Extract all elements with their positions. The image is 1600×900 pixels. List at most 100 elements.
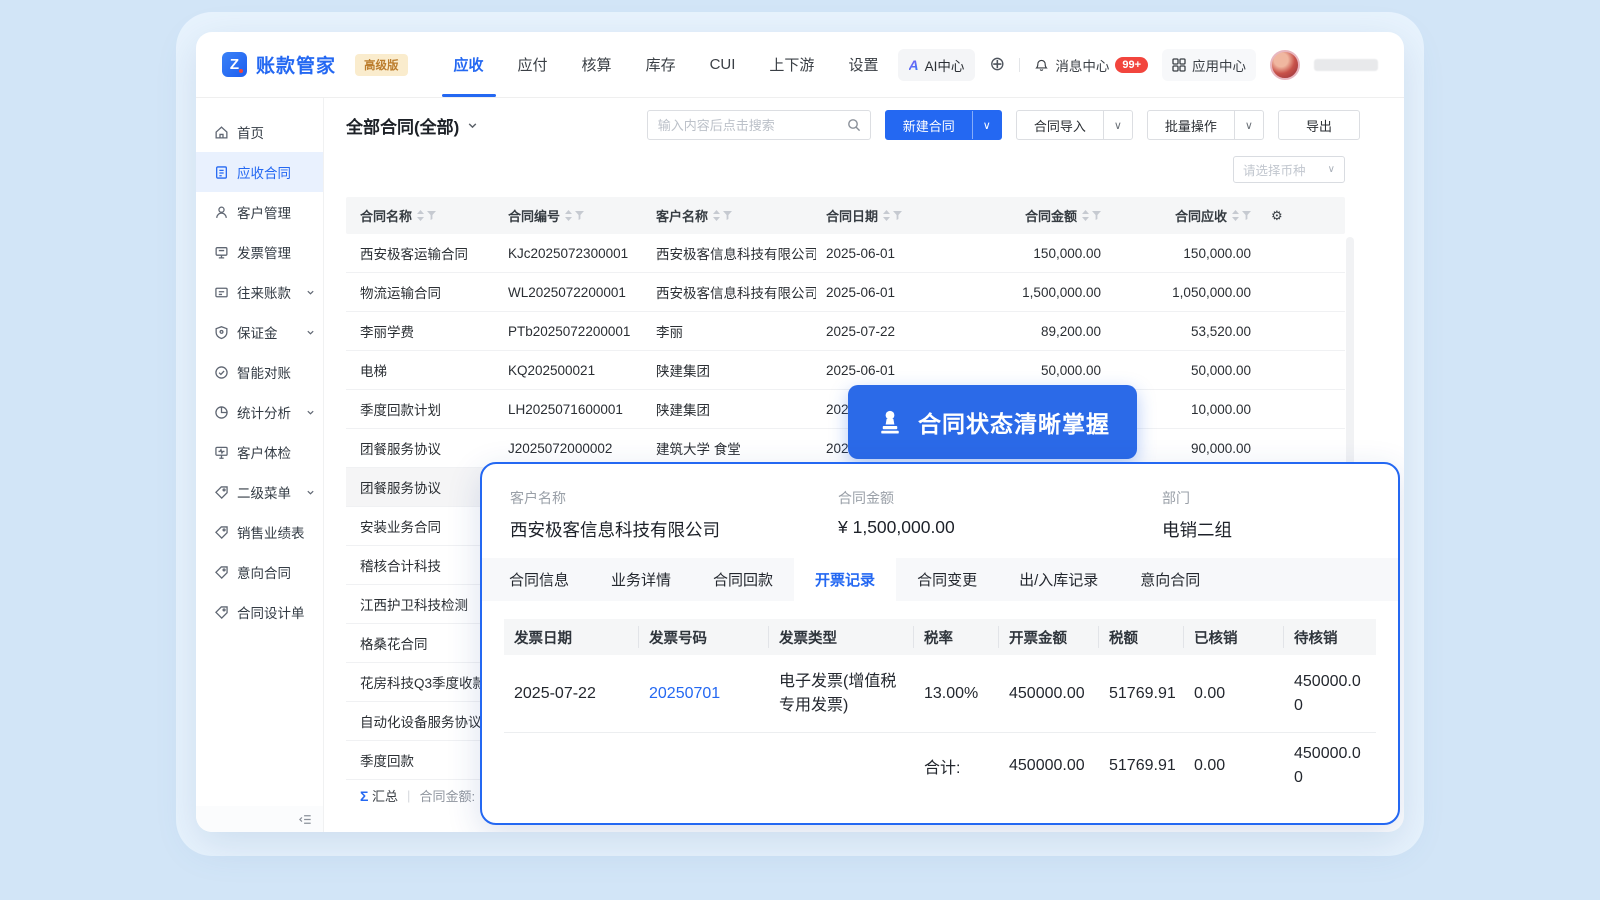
divider: | xyxy=(407,788,410,803)
contract-icon xyxy=(214,165,229,180)
sort-icon[interactable] xyxy=(565,210,572,221)
popup-tab[interactable]: 意向合同 xyxy=(1119,558,1221,601)
filter-icon[interactable] xyxy=(893,211,902,220)
invoice-icon xyxy=(214,245,229,260)
column-settings-gear-icon[interactable]: ⚙ xyxy=(1257,208,1345,224)
stamp-icon xyxy=(875,407,905,437)
import-dropdown[interactable]: ∨ xyxy=(1103,111,1132,139)
tax-rate: 13.00% xyxy=(914,677,999,711)
popup-tab[interactable]: 合同回款 xyxy=(692,558,794,601)
col-contract-date[interactable]: 合同日期 xyxy=(816,206,966,225)
sidebar-item-contract-design[interactable]: 合同设计单 xyxy=(196,592,323,632)
sidebar-item-home[interactable]: 首页 xyxy=(196,112,323,152)
sigma-icon: Σ xyxy=(360,788,368,804)
filter-icon[interactable] xyxy=(575,211,584,220)
sidebar-item-smart-reconcile[interactable]: 智能对账 xyxy=(196,352,323,392)
filter-icon[interactable] xyxy=(1242,211,1251,220)
popup-tab[interactable]: 开票记录 xyxy=(794,558,896,601)
deposit-icon xyxy=(214,325,229,340)
app-window: Z 账款管家 高级版 应收 应付 核算 库存 CUI 上下游 设置 A xyxy=(196,32,1404,832)
invoice-date: 2025-07-22 xyxy=(504,677,639,711)
sort-icon[interactable] xyxy=(1232,210,1239,221)
col-customer-name[interactable]: 客户名称 xyxy=(646,206,816,225)
sidebar-item-invoices[interactable]: 发票管理 xyxy=(196,232,323,272)
popup-info: 客户名称 西安极客信息科技有限公司 合同金额 ¥ 1,500,000.00 部门… xyxy=(482,464,1398,558)
chevron-down-icon xyxy=(467,120,478,131)
sidebar-item-receivable-contracts[interactable]: 应收合同 xyxy=(196,152,323,192)
page-title-dropdown[interactable]: 全部合同(全部) xyxy=(346,113,478,138)
chevron-down-icon xyxy=(306,288,315,297)
total-label: 合计: xyxy=(914,746,999,786)
popup-tab[interactable]: 合同变更 xyxy=(896,558,998,601)
new-contract-button[interactable]: 新建合同 ∨ xyxy=(885,110,1002,140)
nav-tab[interactable]: CUI xyxy=(710,32,736,97)
sidebar-item-submenu[interactable]: 二级菜单 xyxy=(196,472,323,512)
collapse-menu-icon[interactable] xyxy=(298,812,313,827)
export-button[interactable]: 导出 xyxy=(1278,110,1360,140)
sidebar-item-statistics[interactable]: 统计分析 xyxy=(196,392,323,432)
table-row[interactable]: 物流运输合同 WL2025072200001 西安极客信息科技有限公司 2025… xyxy=(346,273,1345,312)
main-nav: 应收 应付 核算 库存 CUI 上下游 设置 xyxy=(454,32,879,97)
currency-select[interactable]: 请选择币种 ∨ xyxy=(1233,156,1345,183)
filter-icon[interactable] xyxy=(723,211,732,220)
message-center-button[interactable]: 消息中心 99+ xyxy=(1034,55,1148,75)
nav-tab[interactable]: 库存 xyxy=(646,32,676,97)
sidebar-item-deposit[interactable]: 保证金 xyxy=(196,312,323,352)
plus-circle-icon[interactable]: ⊕ xyxy=(989,55,1005,74)
sidebar-item-sales-report[interactable]: 销售业绩表 xyxy=(196,512,323,552)
field-contract-amount: 合同金额 ¥ 1,500,000.00 xyxy=(838,488,1162,542)
total-written-off: 0.00 xyxy=(1184,749,1284,783)
batch-actions-button[interactable]: 批量操作 ∨ xyxy=(1147,110,1264,140)
bell-icon xyxy=(1034,57,1049,72)
filter-icon[interactable] xyxy=(427,211,436,220)
col-contract-code[interactable]: 合同编号 xyxy=(498,206,646,225)
search-box xyxy=(647,110,871,140)
col-receivable[interactable]: 合同应收 xyxy=(1107,206,1257,225)
invoice-row[interactable]: 2025-07-22 20250701 电子发票(增值税专用发票) 13.00%… xyxy=(504,655,1376,733)
popup-tab[interactable]: 业务详情 xyxy=(590,558,692,601)
message-count-badge: 99+ xyxy=(1115,57,1148,73)
sidebar-item-customers[interactable]: 客户管理 xyxy=(196,192,323,232)
sidebar-footer xyxy=(196,806,323,832)
nav-tab[interactable]: 设置 xyxy=(848,32,878,97)
app-center-button[interactable]: 应用中心 xyxy=(1162,49,1256,81)
customer-icon xyxy=(214,205,229,220)
invoice-number-link[interactable]: 20250701 xyxy=(639,677,769,711)
top-header: Z 账款管家 高级版 应收 应付 核算 库存 CUI 上下游 设置 A xyxy=(196,32,1404,98)
sort-icon[interactable] xyxy=(417,210,424,221)
table-row[interactable]: 季度回款计划 LH2025071600001 陕建集团 2025-07-16 1… xyxy=(346,390,1345,429)
ai-center-label: AI中心 xyxy=(925,55,965,75)
col-contract-name[interactable]: 合同名称 xyxy=(346,206,498,225)
table-row[interactable]: 西安极客运输合同 KJc2025072300001 西安极客信息科技有限公司 2… xyxy=(346,234,1345,273)
sidebar-item-customer-checkup[interactable]: 客户体检 xyxy=(196,432,323,472)
user-avatar[interactable] xyxy=(1270,50,1300,80)
popup-tab[interactable]: 合同信息 xyxy=(488,558,590,601)
ai-center-button[interactable]: A AI中心 xyxy=(898,49,976,81)
popup-tab[interactable]: 出/入库记录 xyxy=(998,558,1119,601)
popup-tabs: 合同信息 业务详情 合同回款 开票记录 合同变更 出/入库记录 意向合同 xyxy=(482,558,1398,601)
sort-icon[interactable] xyxy=(713,210,720,221)
search-icon[interactable] xyxy=(838,118,870,132)
page-title: 全部合同(全部) xyxy=(346,113,459,138)
table-row[interactable]: 李丽学费 PTb2025072200001 李丽 2025-07-22 89,2… xyxy=(346,312,1345,351)
sort-icon[interactable] xyxy=(883,210,890,221)
promo-badge-text: 合同状态清晰掌握 xyxy=(918,405,1110,439)
table-row[interactable]: 电梯 KQ202500021 陕建集团 2025-06-01 50,000.00… xyxy=(346,351,1345,390)
nav-tab[interactable]: 核算 xyxy=(582,32,612,97)
sidebar-item-intent-contract[interactable]: 意向合同 xyxy=(196,552,323,592)
checkup-icon xyxy=(214,445,229,460)
invoice-type: 电子发票(增值税专用发票) xyxy=(769,662,914,726)
search-input[interactable] xyxy=(648,118,838,133)
nav-tab[interactable]: 上下游 xyxy=(769,32,814,97)
sidebar-item-accounts[interactable]: 往来账款 xyxy=(196,272,323,312)
nav-tab[interactable]: 应收 xyxy=(454,32,484,97)
sort-icon[interactable] xyxy=(1082,210,1089,221)
app-center-label: 应用中心 xyxy=(1192,55,1246,75)
message-center-label: 消息中心 xyxy=(1055,55,1109,75)
new-contract-dropdown[interactable]: ∨ xyxy=(972,111,1001,139)
import-contract-button[interactable]: 合同导入 ∨ xyxy=(1016,110,1133,140)
filter-icon[interactable] xyxy=(1092,211,1101,220)
batch-dropdown[interactable]: ∨ xyxy=(1234,111,1263,139)
nav-tab[interactable]: 应付 xyxy=(518,32,548,97)
col-contract-amount[interactable]: 合同金额 xyxy=(966,206,1107,225)
